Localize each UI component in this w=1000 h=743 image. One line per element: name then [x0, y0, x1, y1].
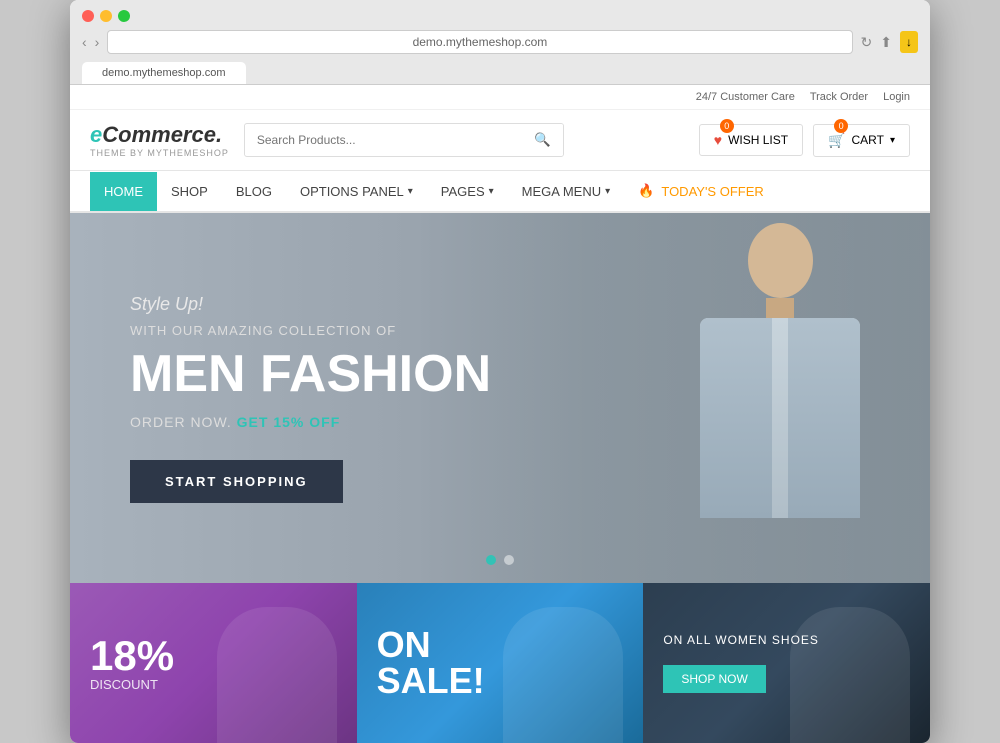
cart-button[interactable]: 0 🛒 CART ▾ — [813, 124, 910, 157]
header-main: eCommerce. THEME BY MYTHEMESHOP 🔍 0 ♥ WI… — [70, 110, 930, 170]
logo-commerce: Commerce. — [102, 122, 222, 147]
mega-dropdown-icon: ▾ — [605, 186, 610, 197]
download-button[interactable]: ↓ — [900, 31, 918, 53]
minimize-dot[interactable] — [100, 10, 112, 22]
nav-item-home[interactable]: HOME — [90, 172, 157, 211]
nav-item-offer[interactable]: 🔥 TODAY'S OFFER — [624, 171, 781, 211]
promo2-sale: SALE! — [377, 663, 624, 699]
hero-cta-button[interactable]: START SHOPPING — [130, 460, 343, 503]
cart-label: CART — [852, 133, 884, 147]
logo-e: e — [90, 122, 102, 147]
site-nav: HOME SHOP BLOG OPTIONS PANEL ▾ PAGES ▾ M… — [70, 171, 930, 213]
nav-item-options[interactable]: OPTIONS PANEL ▾ — [286, 172, 427, 211]
close-dot[interactable] — [82, 10, 94, 22]
back-button[interactable]: ‹ — [82, 34, 87, 50]
forward-button[interactable]: › — [95, 34, 100, 50]
logo-sub: THEME BY MYTHEMESHOP — [90, 148, 229, 158]
promo1-content: 18% DISCOUNT — [70, 583, 357, 743]
search-icon: 🔍 — [534, 132, 551, 147]
hero-offer: ORDER NOW. GET 15% OFF — [130, 414, 491, 430]
hero-figure — [680, 223, 880, 583]
hero-title: MEN FASHION — [130, 348, 491, 400]
promo2-content: ON SALE! — [357, 583, 644, 743]
login-link[interactable]: Login — [883, 91, 910, 103]
nav-item-blog[interactable]: BLOG — [222, 172, 286, 211]
search-input[interactable] — [245, 125, 522, 155]
header-actions: 0 ♥ WISH LIST 0 🛒 CART ▾ — [699, 124, 910, 157]
promo3-shop-button[interactable]: SHOP NOW — [663, 665, 765, 693]
promo-section: 18% DISCOUNT ON SALE! ON ALL WOMEN SHOES… — [70, 583, 930, 743]
wishlist-button[interactable]: 0 ♥ WISH LIST — [699, 124, 803, 156]
maximize-dot[interactable] — [118, 10, 130, 22]
figure-jacket-left — [700, 318, 772, 518]
promo3-content: ON ALL WOMEN SHOES SHOP NOW — [643, 583, 930, 743]
hero-subtitle: Style Up! — [130, 294, 491, 315]
logo: eCommerce. THEME BY MYTHEMESHOP — [90, 122, 229, 158]
hero-tagline: WITH OUR AMAZING COLLECTION OF — [130, 323, 491, 338]
options-dropdown-icon: ▾ — [408, 186, 413, 197]
search-button[interactable]: 🔍 — [522, 124, 563, 156]
promo2-on: ON — [377, 627, 624, 663]
figure-jacket-right — [788, 318, 860, 518]
figure-head — [748, 223, 813, 298]
search-bar: 🔍 — [244, 123, 564, 157]
site-header: 24/7 Customer Care Track Order Login eCo… — [70, 85, 930, 171]
browser-dots — [82, 10, 918, 22]
wishlist-label: WISH LIST — [728, 133, 788, 147]
wishlist-badge: 0 — [720, 119, 734, 133]
share-button[interactable]: ⬆ — [880, 34, 892, 51]
pages-dropdown-icon: ▾ — [489, 186, 494, 197]
browser-window: ‹ › demo.mythemeshop.com ↻ ⬆ ↓ demo.myth… — [70, 0, 930, 743]
cart-badge: 0 — [834, 119, 848, 133]
refresh-button[interactable]: ↻ — [861, 34, 873, 51]
track-order-link[interactable]: Track Order — [810, 91, 868, 103]
hero-section: Style Up! WITH OUR AMAZING COLLECTION OF… — [70, 213, 930, 583]
figure-neck — [766, 298, 794, 318]
nav-item-mega-menu[interactable]: MEGA MENU ▾ — [508, 172, 625, 211]
cart-icon: 🛒 — [828, 132, 845, 149]
heart-icon: ♥ — [714, 132, 722, 148]
promo-card-3: ON ALL WOMEN SHOES SHOP NOW — [643, 583, 930, 743]
hero-content: Style Up! WITH OUR AMAZING COLLECTION OF… — [70, 294, 551, 503]
nav-item-shop[interactable]: SHOP — [157, 172, 222, 211]
logo-text: eCommerce. — [90, 122, 229, 148]
cart-dropdown-icon: ▾ — [890, 135, 895, 146]
hero-offer-highlight: GET 15% OFF — [237, 414, 341, 430]
offer-icon: 🔥 — [638, 183, 654, 199]
figure-body — [700, 318, 860, 518]
promo-card-2: ON SALE! — [357, 583, 644, 743]
promo1-percent: 18% — [90, 635, 337, 677]
promo1-label: DISCOUNT — [90, 677, 337, 692]
promo3-top-label: ON ALL WOMEN SHOES — [663, 633, 910, 647]
header-top: 24/7 Customer Care Track Order Login — [70, 85, 930, 110]
browser-bar: ‹ › demo.mythemeshop.com ↻ ⬆ ↓ — [82, 30, 918, 54]
nav-item-pages[interactable]: PAGES ▾ — [427, 172, 508, 211]
browser-chrome: ‹ › demo.mythemeshop.com ↻ ⬆ ↓ demo.myth… — [70, 0, 930, 85]
address-bar[interactable]: demo.mythemeshop.com — [107, 30, 852, 54]
promo-card-1: 18% DISCOUNT — [70, 583, 357, 743]
browser-tab[interactable]: demo.mythemeshop.com — [82, 62, 246, 84]
customer-care-label: 24/7 Customer Care — [696, 91, 795, 103]
